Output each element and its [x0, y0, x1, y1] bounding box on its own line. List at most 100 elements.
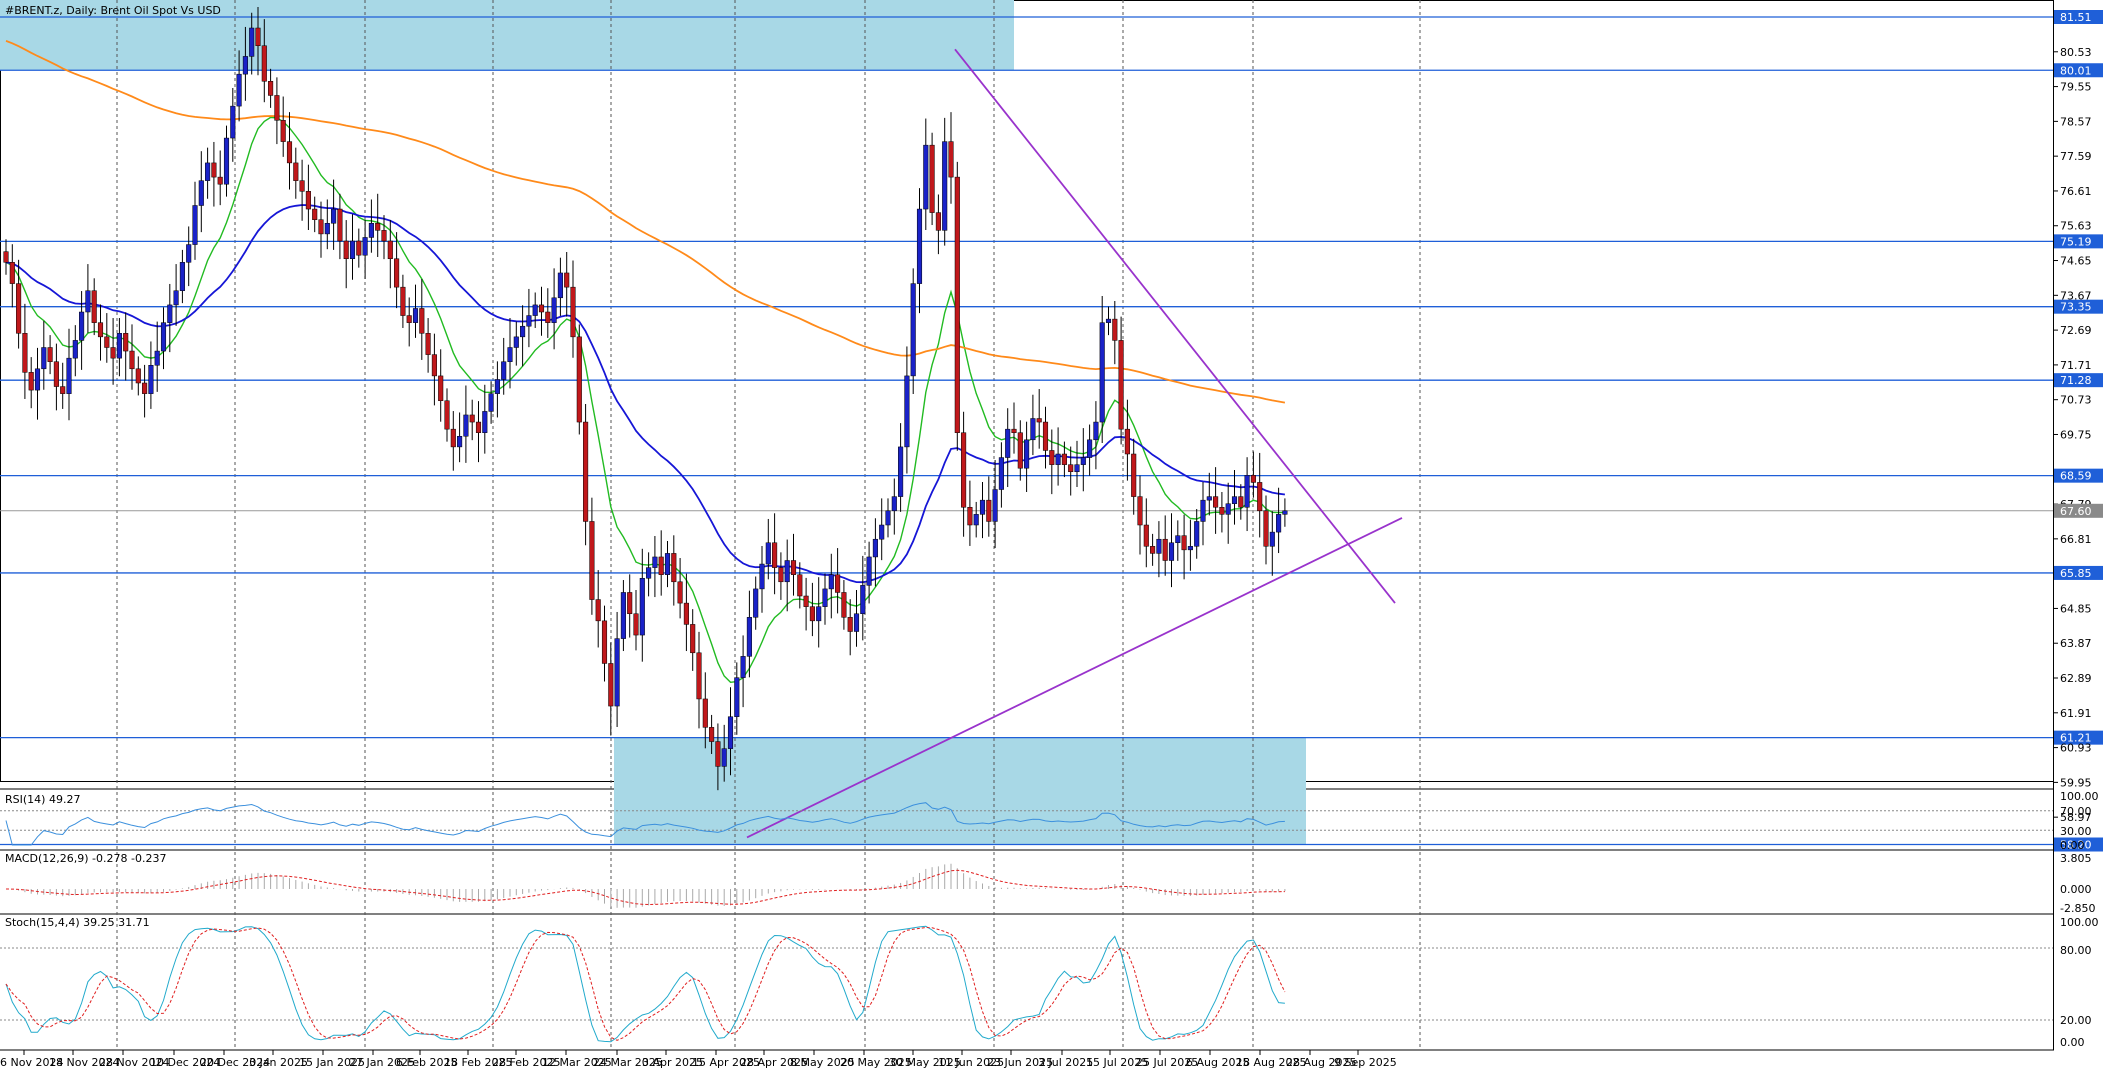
candle-body: [866, 556, 872, 586]
candle-body: [135, 368, 141, 384]
price-axis-label: 72.69: [2060, 324, 2092, 337]
date-axis: 6 Nov 202418 Nov 202428 Nov 202410 Dec 2…: [0, 1050, 1397, 1069]
candle-body: [1118, 340, 1124, 430]
candle-body: [362, 237, 368, 256]
candle-body: [463, 414, 469, 437]
candle-body: [299, 180, 305, 192]
candle-body: [872, 538, 878, 558]
candle-body: [734, 677, 740, 717]
candle-body: [1099, 322, 1105, 423]
candle-body: [614, 638, 620, 707]
candle-body: [123, 333, 129, 352]
candle-body: [104, 336, 110, 348]
candle-body: [727, 716, 734, 749]
candle-body: [746, 617, 752, 657]
candle-body: [885, 510, 891, 526]
price-tag-label: 71.28: [2060, 374, 2092, 387]
candle-body: [601, 620, 608, 664]
price-tag-label: 81.51: [2060, 11, 2092, 24]
candle-body: [305, 191, 311, 210]
downtrend-line: [954, 48, 1396, 604]
price-axis-label: 70.73: [2060, 394, 2092, 407]
candle-body: [356, 240, 362, 256]
candle-body: [425, 333, 431, 355]
candle-body: [488, 393, 494, 412]
candle-body: [274, 95, 280, 121]
date-axis-label: 3 Jul 2025: [1038, 1056, 1093, 1069]
candle-body: [910, 283, 916, 377]
stoch-axis-label: 80.00: [2060, 944, 2092, 957]
price-axis-label: 63.87: [2060, 637, 2092, 650]
candle-body: [961, 432, 967, 508]
price-tag-label: 67.60: [2060, 505, 2092, 518]
candle-body: [217, 176, 223, 185]
candle-body: [721, 748, 727, 767]
candle-body: [79, 311, 85, 341]
main-pane-frame: [0, 0, 2054, 782]
candle-body: [835, 574, 841, 593]
chart-canvas[interactable]: 81.51 80.53 80.01 79.55 78.57 77.59 76.61 75.63…: [0, 0, 2106, 1073]
ema-fast-line: [5, 116, 1285, 684]
candle-body: [318, 219, 324, 235]
candle-body: [431, 354, 437, 377]
trading-terminal: 81.51 80.53 80.01 79.55 78.57 77.59 76.61 75.63…: [0, 0, 2106, 1073]
candle-body: [198, 180, 204, 206]
candle-body: [1187, 546, 1193, 551]
candle-body: [1124, 428, 1130, 455]
price-axis-label: 59.95: [2060, 776, 2092, 789]
candle-body: [828, 574, 834, 590]
price-axis-label: 80.53: [2060, 46, 2092, 59]
candle-body: [1219, 507, 1225, 515]
candle-body: [501, 361, 507, 380]
candle-body: [261, 45, 267, 82]
candle-body: [66, 357, 72, 394]
rsi-axis-label: 0.00: [2060, 839, 2085, 852]
candle-body: [979, 499, 986, 515]
candle-body: [475, 421, 482, 433]
candle-body: [1257, 482, 1263, 512]
candle-body: [570, 286, 576, 338]
candle-body: [1244, 475, 1250, 508]
candle-body: [91, 290, 97, 323]
candle-body: [551, 297, 557, 323]
candle-body: [375, 223, 381, 231]
candle-body: [683, 602, 689, 625]
stoch-axis-label: 20.00: [2060, 1014, 2092, 1027]
candle-body: [47, 347, 53, 362]
price-axis-label: 71.71: [2060, 359, 2092, 372]
price-tag-label: 80.01: [2060, 64, 2092, 77]
candle-body: [72, 340, 78, 359]
candle-body: [293, 162, 299, 181]
candle-body: [1049, 450, 1055, 465]
price-axis-label: 77.59: [2060, 150, 2092, 163]
candle-body: [1068, 464, 1074, 473]
candle-body: [469, 414, 475, 423]
candle-body: [1080, 457, 1086, 465]
candle-body: [1276, 514, 1282, 533]
candle-body: [1061, 453, 1067, 465]
candle-body: [268, 81, 274, 96]
candle-body: [520, 325, 526, 338]
candle-body: [312, 208, 318, 220]
candle-body: [1055, 453, 1061, 465]
candle-body: [620, 592, 626, 639]
macd-axis-label: 0.000: [2060, 883, 2092, 896]
candle-body: [186, 244, 192, 263]
rsi-axis-label: 70.00: [2060, 805, 2092, 818]
price-tag-label: 75.19: [2060, 235, 2092, 248]
candle-body: [343, 240, 349, 260]
candle-body: [973, 514, 979, 526]
candle-body: [860, 585, 866, 615]
candle-body: [205, 162, 211, 181]
candle-body: [223, 137, 230, 185]
candle-body: [608, 663, 614, 707]
candle-body: [41, 347, 47, 370]
candle-body: [22, 333, 28, 373]
candle-body: [1250, 475, 1256, 483]
price-tag-label: 73.35: [2060, 301, 2092, 314]
rsi-axis-label: 100.00: [2060, 790, 2099, 803]
price-axis-label: 66.81: [2060, 533, 2092, 546]
candle-body: [1137, 496, 1143, 526]
candle-body: [394, 258, 400, 288]
trendlines[interactable]: [746, 48, 1403, 839]
